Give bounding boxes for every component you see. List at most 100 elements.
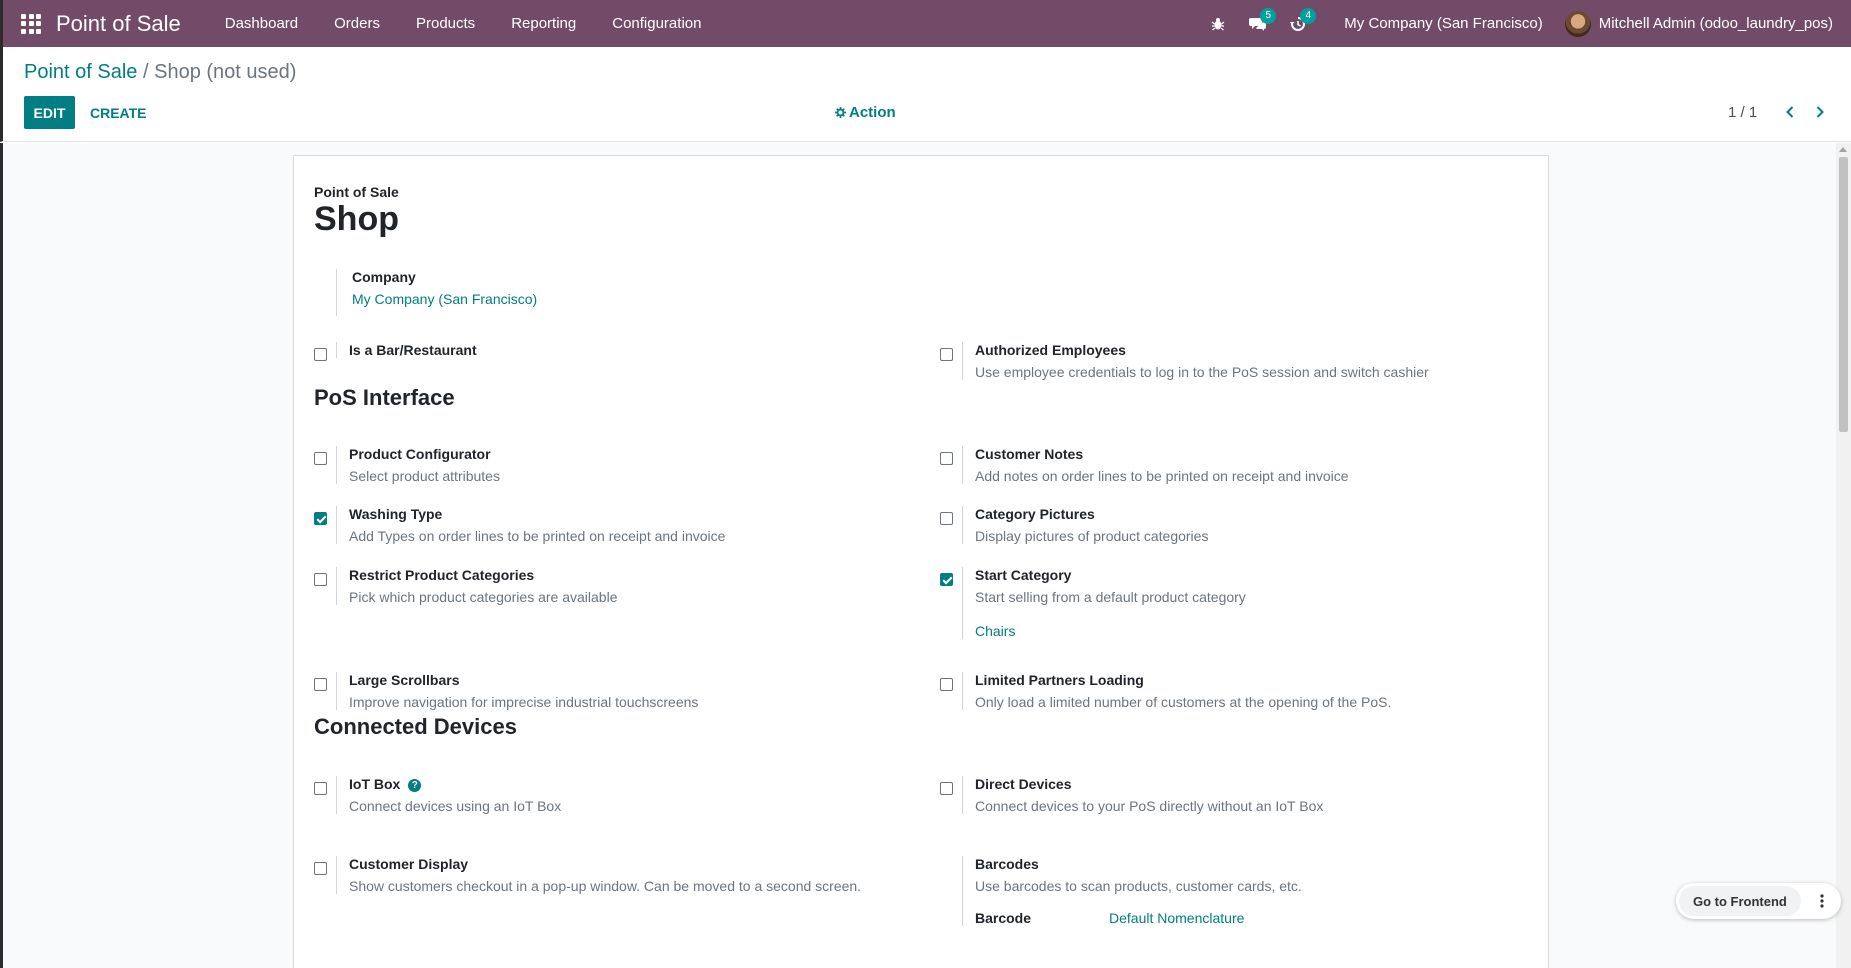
limited-partners-checkbox[interactable] xyxy=(940,678,953,691)
start-category-checkbox[interactable] xyxy=(940,573,953,586)
setting-title: Authorized Employees xyxy=(975,342,1126,358)
barcode-label: Barcode xyxy=(975,910,1032,926)
setting-title: Customer Display xyxy=(349,856,469,872)
menu-orders[interactable]: Orders xyxy=(316,0,398,47)
pager-previous-icon[interactable] xyxy=(1778,100,1802,124)
restrict-categories-checkbox[interactable] xyxy=(314,573,327,586)
start-category-link[interactable]: Chairs xyxy=(975,623,1246,639)
pager-value[interactable]: 1 / 1 xyxy=(1728,104,1757,121)
scroll-up-arrow-icon[interactable] xyxy=(1839,147,1847,152)
setting-description: Use barcodes to scan products, customer … xyxy=(975,878,1302,894)
company-switcher[interactable]: My Company (San Francisco) xyxy=(1318,15,1564,32)
setting-title: Is a Bar/Restaurant xyxy=(349,342,477,358)
category-pictures-checkbox[interactable] xyxy=(940,512,953,525)
setting-description: Add Types on order lines to be printed o… xyxy=(349,528,726,544)
setting-description: Connect devices to your PoS directly wit… xyxy=(975,798,1324,814)
messages-badge: 5 xyxy=(1260,8,1277,24)
more-options-icon[interactable] xyxy=(1807,886,1837,916)
setting-body: Washing Type Add Types on order lines to… xyxy=(336,506,725,544)
setting-title: Start Category xyxy=(975,567,1072,583)
setting-body: Category Pictures Display pictures of pr… xyxy=(962,506,1208,544)
main-menu: Dashboard Orders Products Reporting Conf… xyxy=(207,0,720,47)
company-label: Company xyxy=(352,269,416,285)
form-sheet: Point of Sale Shop Company My Company (S… xyxy=(293,155,1549,968)
setting-description: Use employee credentials to log in to th… xyxy=(975,364,1429,380)
debug-bug-icon[interactable] xyxy=(1198,0,1238,47)
help-question-icon[interactable]: ? xyxy=(408,779,422,792)
breadcrumb-parent[interactable]: Point of Sale xyxy=(24,61,137,83)
setting-title: Direct Devices xyxy=(975,776,1072,792)
control-panel: Point of Sale / Shop (not used) EDIT CRE… xyxy=(0,47,1851,142)
action-menu-button[interactable]: Action xyxy=(835,104,896,121)
washing-type-checkbox[interactable] xyxy=(314,512,327,525)
setting-body: IoT Box? Connect devices using an IoT Bo… xyxy=(336,776,561,814)
setting-body: Product Configurator Select product attr… xyxy=(336,446,500,484)
customer-notes-checkbox[interactable] xyxy=(940,452,953,465)
breadcrumb-current: Shop (not used) xyxy=(154,61,297,83)
setting-title: Product Configurator xyxy=(349,446,491,462)
user-menu[interactable]: Mitchell Admin (odoo_laundry_pos) xyxy=(1564,10,1851,37)
iot-box-title: IoT Box xyxy=(349,776,401,792)
activities-clock-icon[interactable]: 4 xyxy=(1278,0,1318,47)
avatar xyxy=(1564,10,1591,37)
apps-menu-icon[interactable] xyxy=(20,13,42,35)
section-connected-devices: Connected Devices xyxy=(314,714,517,739)
go-to-frontend-button[interactable]: Go to Frontend xyxy=(1679,886,1801,916)
menu-configuration[interactable]: Configuration xyxy=(594,0,719,47)
setting-title: Barcodes xyxy=(975,856,1039,872)
setting-title: Large Scrollbars xyxy=(349,672,460,688)
form-subtitle: Point of Sale xyxy=(314,184,399,200)
menu-reporting[interactable]: Reporting xyxy=(493,0,594,47)
setting-body: Restrict Product Categories Pick which p… xyxy=(336,567,617,605)
setting-body: Customer Notes Add notes on order lines … xyxy=(962,446,1349,484)
vertical-scrollbar[interactable] xyxy=(1836,143,1851,968)
section-pos-interface: PoS Interface xyxy=(314,385,455,410)
setting-body: Authorized Employees Use employee creden… xyxy=(962,342,1429,380)
authorized-employees-checkbox[interactable] xyxy=(940,348,953,361)
large-scrollbars-checkbox[interactable] xyxy=(314,678,327,691)
edit-button[interactable]: EDIT xyxy=(24,96,75,129)
setting-title: Limited Partners Loading xyxy=(975,672,1144,688)
product-configurator-checkbox[interactable] xyxy=(314,452,327,465)
setting-body: Start Category Start selling from a defa… xyxy=(962,567,1246,639)
navbar-systray: 5 4 My Company (San Francisco) Mitchell … xyxy=(1198,0,1851,47)
barcode-field: Barcode Default Nomenclature xyxy=(975,910,1302,926)
form-view-content: Point of Sale Shop Company My Company (S… xyxy=(0,143,1851,968)
user-name: Mitchell Admin (odoo_laundry_pos) xyxy=(1598,15,1833,32)
app-brand[interactable]: Point of Sale xyxy=(56,11,181,37)
breadcrumb: Point of Sale / Shop (not used) xyxy=(24,61,296,84)
menu-dashboard[interactable]: Dashboard xyxy=(207,0,316,47)
gear-icon xyxy=(835,107,846,118)
setting-description: Display pictures of product categories xyxy=(975,528,1209,544)
company-field: Company My Company (San Francisco) xyxy=(336,269,537,316)
setting-title: Customer Notes xyxy=(975,446,1084,462)
setting-body: Is a Bar/Restaurant xyxy=(336,342,477,358)
customer-display-checkbox[interactable] xyxy=(314,862,327,875)
barcode-nomenclature-link[interactable]: Default Nomenclature xyxy=(1109,910,1244,926)
setting-title: Restrict Product Categories xyxy=(349,567,535,583)
setting-body: Barcodes Use barcodes to scan products, … xyxy=(962,856,1302,926)
setting-body: Direct Devices Connect devices to your P… xyxy=(962,776,1323,814)
direct-devices-checkbox[interactable] xyxy=(940,782,953,795)
setting-description: Connect devices using an IoT Box xyxy=(349,798,562,814)
bar-restaurant-checkbox[interactable] xyxy=(314,348,327,361)
setting-description: Pick which product categories are availa… xyxy=(349,589,618,605)
create-button[interactable]: CREATE xyxy=(90,96,147,129)
scrollbar-thumb[interactable] xyxy=(1839,157,1848,432)
setting-description: Select product attributes xyxy=(349,468,500,484)
setting-title: Category Pictures xyxy=(975,506,1095,522)
form-title: Shop xyxy=(314,200,399,238)
messages-chat-icon[interactable]: 5 xyxy=(1238,0,1278,47)
top-navbar: Point of Sale Dashboard Orders Products … xyxy=(0,0,1851,47)
frontend-button-group: Go to Frontend xyxy=(1676,883,1841,919)
breadcrumb-separator: / xyxy=(142,61,149,83)
setting-description: Only load a limited number of customers … xyxy=(975,694,1392,710)
setting-body: Limited Partners Loading Only load a lim… xyxy=(962,672,1391,710)
menu-products[interactable]: Products xyxy=(398,0,493,47)
activities-badge: 4 xyxy=(1300,8,1317,24)
company-link[interactable]: My Company (San Francisco) xyxy=(352,291,537,307)
pager-next-icon[interactable] xyxy=(1808,100,1832,124)
setting-description: Add notes on order lines to be printed o… xyxy=(975,468,1349,484)
iot-box-checkbox[interactable] xyxy=(314,782,327,795)
setting-body: Customer Display Show customers checkout… xyxy=(336,856,861,894)
